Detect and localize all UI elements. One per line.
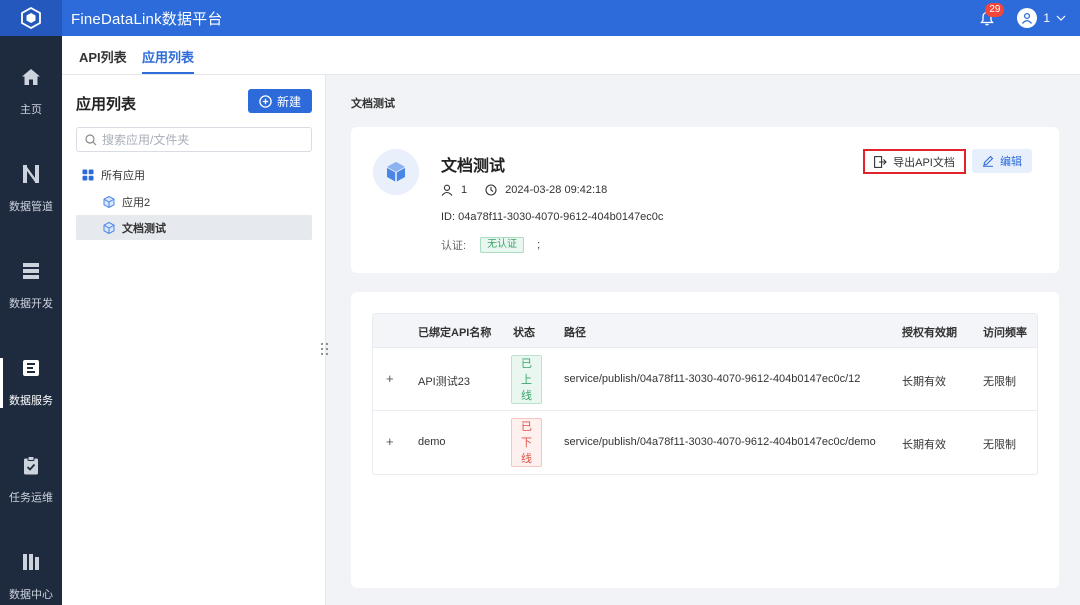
- panel-title: 应用列表: [76, 96, 137, 113]
- expand-icon[interactable]: +: [386, 434, 394, 449]
- pipeline-icon: [23, 165, 39, 183]
- app-cube-icon: [103, 221, 115, 234]
- resize-handle-icon[interactable]: [320, 342, 330, 356]
- search-box[interactable]: [76, 127, 312, 152]
- nav-item-home[interactable]: 主页: [0, 36, 62, 126]
- tab-api-list[interactable]: API列表: [79, 47, 127, 66]
- table-row[interactable]: + API测试23 已 上 线 service/publish/04a78f11…: [373, 348, 1037, 411]
- app-list-panel: 应用列表 新建 所有应用 应用2 文档测试: [62, 75, 326, 605]
- col-name: 已绑定API名称: [418, 327, 492, 339]
- app-id: ID: 04a78f11-3030-4070-9612-404b0147ec0c: [441, 211, 664, 223]
- auth-tag: 无认证: [480, 237, 525, 253]
- export-label: 导出API文档: [893, 156, 955, 169]
- tree-item-label: 应用2: [122, 196, 151, 209]
- tree-item-doc-test[interactable]: 文档测试: [76, 215, 312, 240]
- status-char: 线: [521, 452, 532, 465]
- auth-label: 认证:: [441, 240, 467, 252]
- api-frequency: 无限制: [983, 376, 1016, 388]
- app-meta: 1 2024-03-28 09:42:18: [441, 184, 607, 196]
- nav-label: 数据服务: [9, 395, 53, 407]
- edit-button[interactable]: 编辑: [972, 149, 1032, 173]
- tabs-bar: API列表 应用列表: [62, 36, 1080, 75]
- new-button[interactable]: 新建: [248, 89, 312, 113]
- bound-api-card: 已绑定API名称 状态 路径 授权有效期 访问频率 + API测试23 已 上 …: [351, 292, 1059, 588]
- app-owner: 1: [461, 184, 468, 196]
- edit-label: 编辑: [1000, 156, 1022, 168]
- api-name: demo: [418, 436, 446, 448]
- service-icon: [23, 360, 39, 376]
- app-cube-icon: [103, 195, 115, 208]
- api-path: service/publish/04a78f11-3030-4070-9612-…: [564, 373, 861, 385]
- app-title: FineDataLink数据平台: [71, 10, 223, 28]
- nav-label: 主页: [20, 104, 42, 116]
- nav-label: 任务运维: [9, 492, 53, 504]
- api-validity: 长期有效: [902, 439, 946, 451]
- dev-icon: [23, 263, 39, 279]
- top-bar: FineDataLink数据平台 29 1: [0, 0, 1080, 36]
- user-name: 1: [1043, 11, 1050, 25]
- col-path: 路径: [564, 327, 586, 339]
- tree-item-label: 所有应用: [101, 169, 145, 182]
- nav-item-datacenter[interactable]: 数据中心: [0, 521, 62, 605]
- app-auth: 认证: 无认证 ;: [441, 237, 540, 253]
- app-info-card: 文档测试 1 2024-03-28 09:42:18 ID: 04a78f11-…: [351, 127, 1059, 273]
- status-char: 已: [521, 357, 532, 370]
- app-name: 文档测试: [441, 158, 506, 175]
- ops-icon: [24, 455, 38, 474]
- status-badge: 已 下 线: [511, 418, 542, 467]
- avatar: [1017, 8, 1038, 28]
- edit-icon: [983, 155, 994, 167]
- app-logo-icon: [373, 149, 419, 195]
- nav-item-dev[interactable]: 数据开发: [0, 230, 62, 320]
- tab-app-list[interactable]: 应用列表: [142, 47, 195, 74]
- nav-label: 数据管道: [9, 201, 53, 213]
- plus-circle-icon: [259, 94, 272, 108]
- nav-item-pipeline[interactable]: 数据管道: [0, 133, 62, 223]
- status-char: 上: [521, 373, 532, 386]
- home-icon: [22, 69, 40, 85]
- status-char: 线: [521, 389, 532, 402]
- col-status: 状态: [513, 327, 535, 339]
- bound-api-table: 已绑定API名称 状态 路径 授权有效期 访问频率 + API测试23 已 上 …: [372, 313, 1038, 475]
- table-row[interactable]: + demo 已 下 线 service/publish/04a78f11-30…: [373, 411, 1037, 474]
- nav-label: 数据中心: [9, 589, 53, 601]
- left-nav: 主页 数据管道 数据开发 数据服务 任务运维 数据中心: [0, 36, 62, 605]
- api-frequency: 无限制: [983, 439, 1016, 451]
- new-button-label: 新建: [276, 94, 301, 109]
- search-input[interactable]: [102, 132, 302, 147]
- status-badge: 已 上 线: [511, 355, 542, 404]
- api-path: service/publish/04a78f11-3030-4070-9612-…: [564, 436, 876, 448]
- export-api-doc-button[interactable]: 导出API文档: [863, 149, 966, 174]
- tree-item-all-apps[interactable]: 所有应用: [76, 162, 312, 187]
- nav-label: 数据开发: [9, 298, 53, 310]
- nav-item-service[interactable]: 数据服务: [0, 327, 62, 417]
- export-icon: [874, 155, 887, 168]
- user-menu[interactable]: 1: [1017, 8, 1066, 28]
- status-char: 已: [521, 420, 532, 433]
- notification-button[interactable]: 29: [975, 3, 1005, 30]
- nav-item-ops[interactable]: 任务运维: [0, 424, 62, 514]
- auth-separator: ;: [537, 239, 541, 251]
- grid-icon: [82, 169, 94, 180]
- datacenter-icon: [23, 554, 39, 570]
- col-validity: 授权有效期: [902, 327, 957, 339]
- table-header: 已绑定API名称 状态 路径 授权有效期 访问频率: [373, 314, 1037, 348]
- logo-icon[interactable]: [0, 0, 62, 36]
- tree-item-app2[interactable]: 应用2: [76, 189, 312, 214]
- expand-icon[interactable]: +: [386, 371, 394, 386]
- notification-badge: 29: [985, 3, 1005, 17]
- user-icon: [1022, 12, 1033, 24]
- status-char: 下: [521, 436, 532, 449]
- breadcrumb: 文档测试: [351, 98, 395, 110]
- tree-item-label: 文档测试: [122, 222, 166, 235]
- api-name: API测试23: [418, 376, 470, 388]
- clock-icon: [485, 184, 497, 196]
- user-icon: [441, 184, 453, 196]
- api-validity: 长期有效: [902, 376, 946, 388]
- col-frequency: 访问频率: [983, 327, 1027, 339]
- search-icon: [85, 133, 97, 145]
- chevron-down-icon: [1056, 15, 1066, 21]
- app-created-time: 2024-03-28 09:42:18: [505, 184, 608, 196]
